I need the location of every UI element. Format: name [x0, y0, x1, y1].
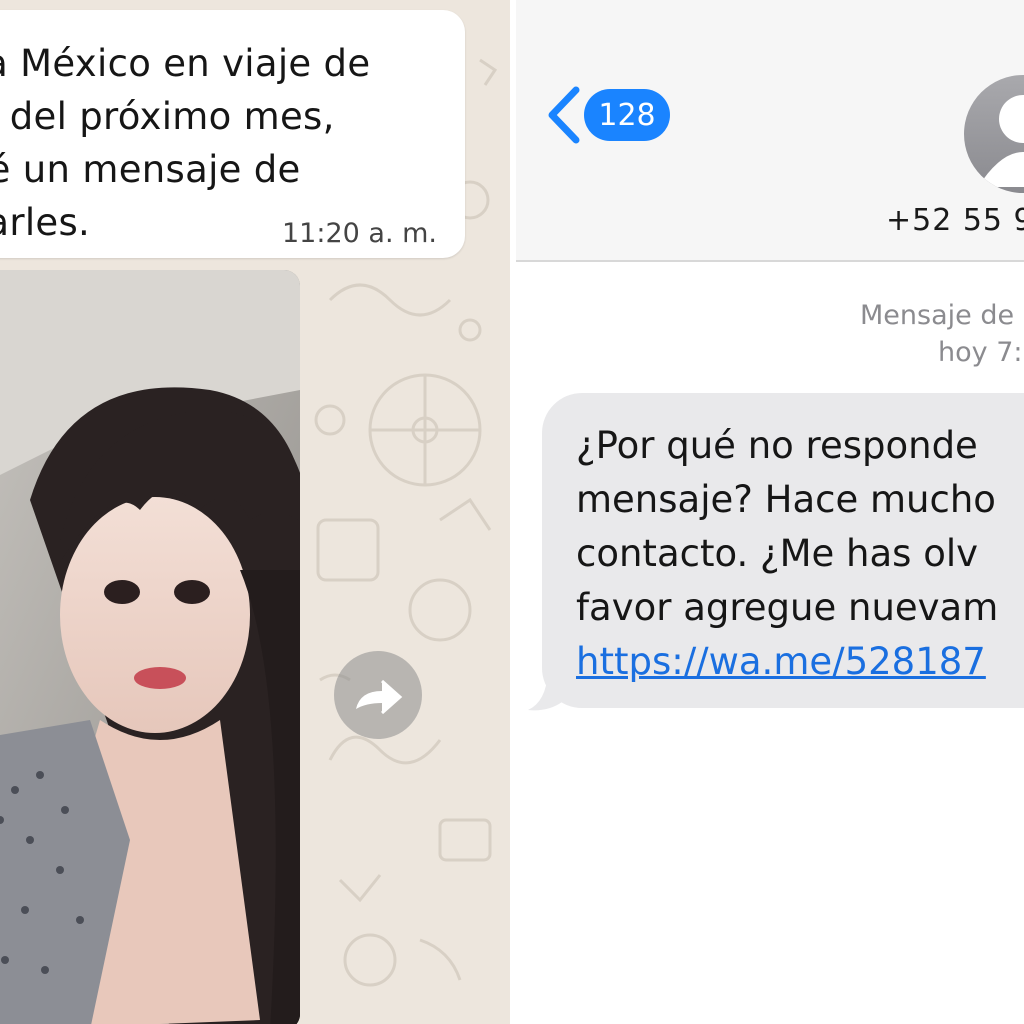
sms-text-line: ¿Por qué no responde: [576, 424, 978, 467]
forward-button[interactable]: [334, 651, 422, 739]
message-text-line: marles.: [0, 201, 91, 244]
portrait-photo: [0, 270, 300, 1024]
sms-text-line: contacto. ¿Me has olv: [576, 532, 979, 575]
sms-text-line: favor agregue nuevam: [576, 586, 999, 629]
person-icon: [978, 95, 1024, 187]
contact-phone-number[interactable]: +52 55 96: [886, 203, 1024, 238]
message-text-line: 20 del próximo mes,: [0, 95, 335, 138]
whatsapp-link[interactable]: https://wa.me/528187: [576, 640, 986, 683]
sms-text-line: mensaje? Hace mucho: [576, 478, 996, 521]
imessage-conversation-panel: 128 +52 55 96 Mensaje de hoy 7: ¿Por qué…: [516, 0, 1024, 1024]
contact-avatar[interactable]: [964, 75, 1024, 193]
unread-count-badge[interactable]: 128: [584, 89, 670, 141]
whatsapp-chat-panel: e a México en viaje de 20 del próximo me…: [0, 0, 510, 1024]
incoming-message-bubble: e a México en viaje de 20 del próximo me…: [0, 10, 465, 258]
message-date-label: hoy 7:: [938, 337, 1023, 368]
message-text-line: aré un mensaje de: [0, 148, 301, 191]
conversation-header: 128 +52 55 96: [516, 0, 1024, 262]
forward-arrow-icon: [356, 679, 403, 715]
message-text-line: e a México en viaje de: [0, 42, 371, 85]
chevron-left-icon[interactable]: [544, 84, 584, 146]
message-timestamp: 11:20 a. m.: [282, 218, 437, 249]
shared-photo-message[interactable]: [0, 270, 300, 1024]
message-service-label: Mensaje de: [860, 300, 1015, 331]
